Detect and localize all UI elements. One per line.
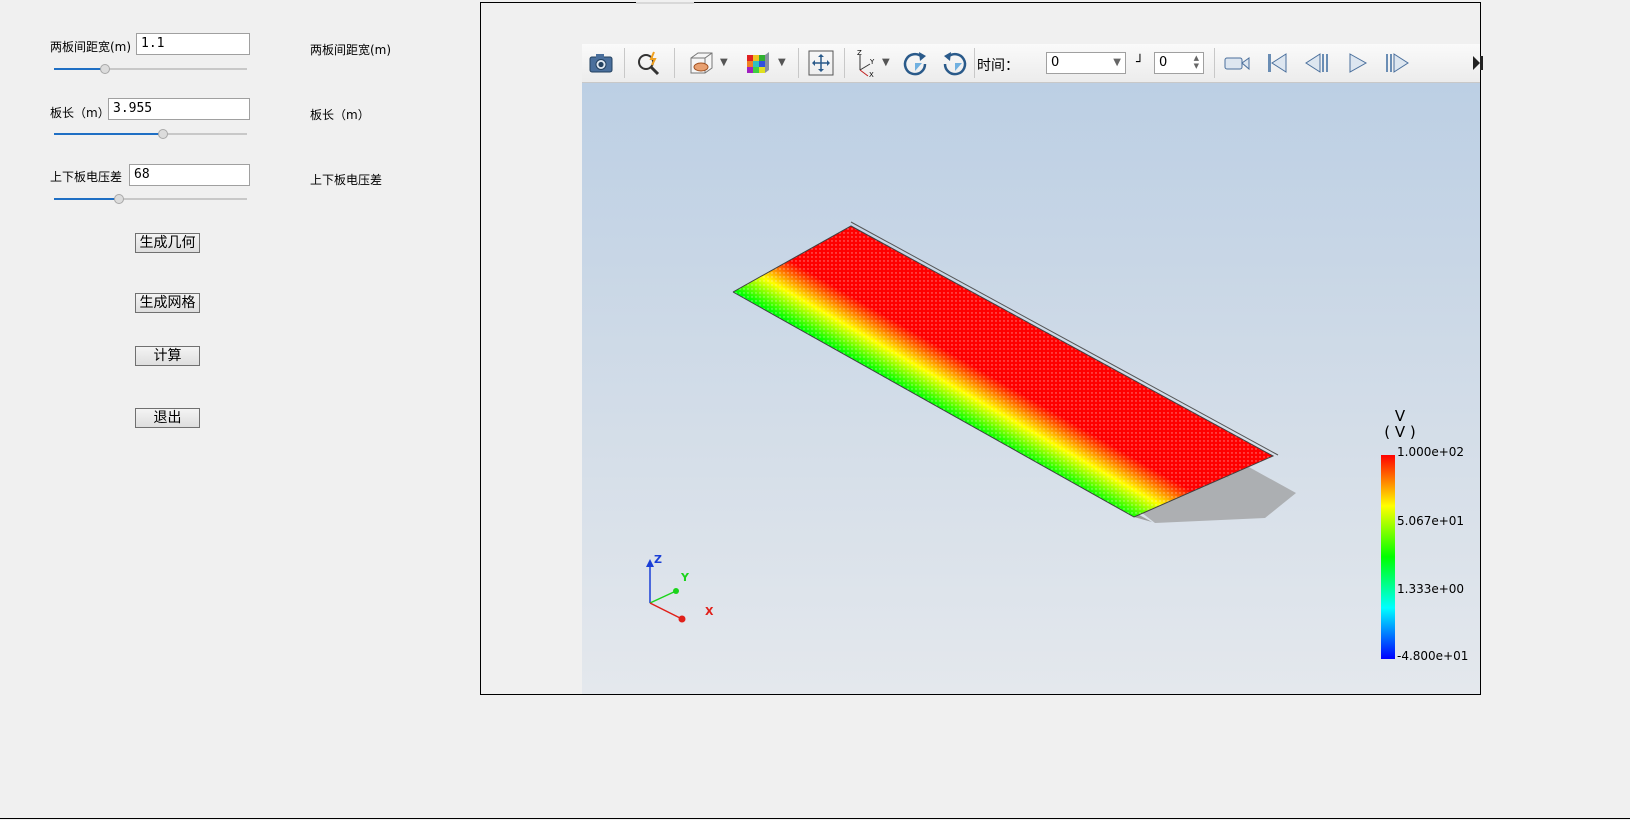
voltage-diff-slider[interactable] bbox=[54, 193, 247, 205]
previous-frame-icon[interactable] bbox=[1302, 48, 1332, 78]
spin-arrows-icon[interactable]: ▲ ▼ bbox=[1194, 54, 1199, 70]
svg-text:X: X bbox=[869, 71, 874, 78]
legend-tick-upper: 5.067e+01 bbox=[1397, 514, 1465, 528]
exit-button[interactable]: 退出 bbox=[135, 408, 200, 428]
legend-tick-max: 1.000e+02 bbox=[1397, 445, 1465, 459]
step-spinbox[interactable]: 0 ▲ ▼ bbox=[1154, 52, 1204, 74]
legend-tick-min: -4.800e+01 bbox=[1397, 649, 1469, 663]
plate-length-input[interactable]: 3.955 bbox=[108, 98, 250, 120]
generate-geometry-button[interactable]: 生成几何 bbox=[135, 233, 200, 253]
x-axis-label: X bbox=[705, 605, 714, 618]
3d-viewport[interactable]: Z Y X bbox=[582, 83, 1480, 694]
legend-tick-lower: 1.333e+00 bbox=[1397, 582, 1465, 596]
record-icon[interactable] bbox=[1222, 48, 1252, 78]
chevron-down-icon: ▼ bbox=[1113, 57, 1121, 68]
fit-view-icon[interactable] bbox=[806, 48, 836, 78]
x-axis-tip bbox=[678, 615, 686, 623]
time-label: 时间： bbox=[977, 58, 1019, 74]
color-map-icon[interactable] bbox=[742, 48, 772, 78]
plate-length-slider-fill bbox=[54, 133, 163, 135]
voltage-diff-slider-fill bbox=[54, 198, 119, 200]
svg-text:Y: Y bbox=[869, 58, 875, 66]
svg-text:Z: Z bbox=[857, 49, 862, 57]
x-axis bbox=[649, 602, 683, 620]
plate-length-readout: 板长（m） bbox=[310, 108, 370, 122]
chevron-down-icon[interactable]: ▼ bbox=[778, 57, 786, 68]
legend-color-bar bbox=[1381, 455, 1395, 659]
plate-contour-plot bbox=[732, 221, 1296, 523]
rotate-cw-icon[interactable] bbox=[900, 48, 930, 78]
legend-title: V ( V ) bbox=[1378, 408, 1422, 440]
time-select-value: 0 bbox=[1051, 55, 1060, 70]
y-axis-tip bbox=[673, 588, 679, 594]
voltage-diff-label: 上下板电压差 bbox=[50, 170, 123, 184]
surface-display-icon[interactable] bbox=[686, 48, 716, 78]
plate-gap-input[interactable]: 1.1 bbox=[136, 33, 250, 55]
z-axis-label: Z bbox=[654, 553, 662, 566]
orientation-axes bbox=[646, 559, 686, 623]
first-frame-icon[interactable] bbox=[1262, 48, 1292, 78]
toolbar-extension-icon[interactable] bbox=[1462, 48, 1483, 78]
play-icon[interactable] bbox=[1342, 48, 1372, 78]
plate-length-slider[interactable] bbox=[54, 128, 247, 140]
step-marker-icon: ┘ bbox=[1136, 55, 1144, 70]
time-select[interactable]: 0 ▼ bbox=[1046, 52, 1126, 74]
camera-icon[interactable] bbox=[586, 48, 616, 78]
voltage-diff-slider-thumb[interactable] bbox=[114, 194, 124, 204]
plate-gap-slider-fill bbox=[54, 68, 105, 70]
chevron-down-icon[interactable]: ▼ bbox=[882, 57, 890, 68]
legend-title-name: V bbox=[1394, 407, 1406, 425]
plate-length-label: 板长（m） bbox=[50, 106, 110, 120]
plate-gap-slider-thumb[interactable] bbox=[100, 64, 110, 74]
plate-gap-readout: 两板间距宽(m) bbox=[310, 43, 392, 57]
y-axis bbox=[649, 590, 677, 604]
chevron-down-icon[interactable]: ▼ bbox=[720, 57, 728, 68]
viewer-toolbar: ▼ ▼ ZYX ▼ 时间： 0 ▼ ┘ 0 ▲ ▼ bbox=[582, 44, 1483, 83]
z-axis-arrow bbox=[646, 559, 654, 567]
frame-tab-marker bbox=[636, 2, 694, 4]
plate-gap-slider[interactable] bbox=[54, 63, 247, 75]
compute-button[interactable]: 计算 bbox=[135, 346, 200, 366]
plate-length-slider-thumb[interactable] bbox=[158, 129, 168, 139]
zoom-icon[interactable] bbox=[634, 48, 664, 78]
next-frame-icon[interactable] bbox=[1382, 48, 1412, 78]
y-axis-label: Y bbox=[681, 571, 689, 584]
voltage-diff-input[interactable]: 68 bbox=[129, 164, 250, 186]
voltage-diff-readout: 上下板电压差 bbox=[310, 173, 383, 187]
plate-gap-label: 两板间距宽(m) bbox=[50, 40, 132, 54]
window-bottom-border bbox=[0, 818, 1630, 819]
rotate-ccw-icon[interactable] bbox=[940, 48, 970, 78]
axes-orientation-icon[interactable]: ZYX bbox=[850, 48, 880, 79]
legend-title-unit: ( V ) bbox=[1384, 423, 1416, 441]
step-spinbox-value: 0 bbox=[1159, 55, 1168, 70]
plate-mesh-overlay bbox=[733, 226, 1273, 517]
generate-mesh-button[interactable]: 生成网格 bbox=[135, 293, 200, 313]
